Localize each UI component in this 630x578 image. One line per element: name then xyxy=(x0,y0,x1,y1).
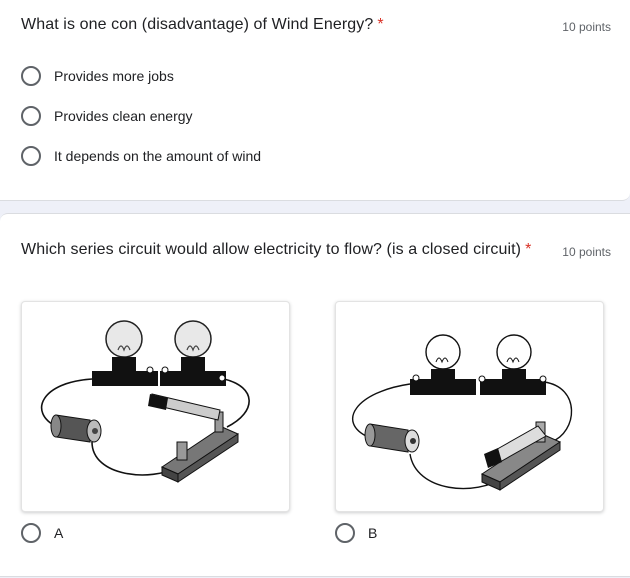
question-title: Which series circuit would allow electri… xyxy=(21,241,531,259)
question-title: What is one con (disadvantage) of Wind E… xyxy=(21,16,384,34)
question-text: What is one con (disadvantage) of Wind E… xyxy=(21,16,374,33)
required-asterisk: * xyxy=(377,16,384,33)
option-label: B xyxy=(368,525,378,541)
option-label: Provides clean energy xyxy=(54,108,193,124)
question-card-1: What is one con (disadvantage) of Wind E… xyxy=(0,0,630,201)
radio-unchecked-icon[interactable] xyxy=(335,523,355,543)
circuit-open-switch-image xyxy=(40,320,250,483)
radio-unchecked-icon[interactable] xyxy=(21,106,41,126)
option-label: Provides more jobs xyxy=(54,68,174,84)
question-text: Which series circuit would allow electri… xyxy=(21,241,522,258)
option-label: A xyxy=(54,525,64,541)
radio-unchecked-icon[interactable] xyxy=(21,523,41,543)
option-image-a[interactable] xyxy=(21,301,290,512)
radio-unchecked-icon[interactable] xyxy=(21,146,41,166)
radio-option-b[interactable]: B xyxy=(335,522,377,544)
radio-option-depends-on-wind[interactable]: It depends on the amount of wind xyxy=(21,145,261,167)
radio-option-provides-clean-energy[interactable]: Provides clean energy xyxy=(21,105,193,127)
radio-option-provides-more-jobs[interactable]: Provides more jobs xyxy=(21,65,174,87)
option-image-b[interactable] xyxy=(335,301,604,512)
radio-unchecked-icon[interactable] xyxy=(21,66,41,86)
circuit-closed-switch-image xyxy=(351,334,573,491)
radio-option-a[interactable]: A xyxy=(21,522,63,544)
points-label: 10 points xyxy=(562,245,611,259)
points-label: 10 points xyxy=(562,20,611,34)
option-label: It depends on the amount of wind xyxy=(54,148,262,164)
required-asterisk: * xyxy=(525,241,532,258)
question-card-2: Which series circuit would allow electri… xyxy=(0,213,630,577)
